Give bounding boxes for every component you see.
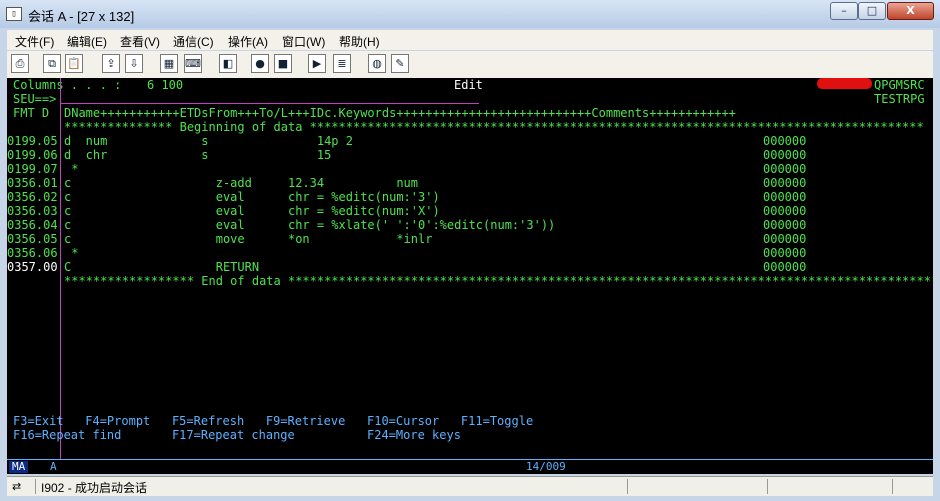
format-ruler: DName+++++++++++ETDsFrom+++To/L+++IDc.Ke… [64,106,736,120]
status-divider [35,479,36,494]
globe-icon[interactable]: ◍ [368,54,386,73]
source-code[interactable]: c eval chr = %editc(num:'3') [64,190,440,204]
change-date: 000000 [763,246,807,260]
operator-information-area: MA A 14/009 [7,459,933,474]
display-keypad-icon[interactable]: ▦ [160,54,178,73]
record-macro-icon[interactable]: ● [251,54,269,73]
print-screen-icon[interactable]: ⎙ [11,54,29,73]
mode-label: Edit [454,78,483,92]
source-code[interactable]: c eval chr = %xlate(' ':'0':%editc(num:'… [64,218,555,232]
terminal-screen[interactable]: Columns . . . : 6 100 Edit QPGMSRC SEU==… [7,78,933,474]
terminal-session-icon[interactable]: ▯ [6,7,22,21]
format-label: FMT D [13,106,50,120]
seq-number[interactable]: 0199.07 [7,162,58,176]
toolbar: ⎙ ⧉ 📋 ⇪ ⇩ ▦ ⌨ ◧ ● ■ ▶ ≣ ◍ ✎ [7,51,933,79]
color-palette-icon[interactable]: ◧ [219,54,237,73]
columns-value: 6 100 [147,78,184,92]
end-of-data: ****************** End of data *********… [64,274,931,288]
message-indicator: MA [9,461,29,473]
status-divider [892,479,893,494]
stop-macro-icon[interactable]: ■ [274,54,292,73]
status-bar: ⇄ I902 - 成功启动会话 [7,476,933,496]
seq-number[interactable]: 0356.03 [7,204,58,218]
command-line-underline [60,103,479,104]
change-date: 000000 [763,134,807,148]
change-date: 000000 [763,204,807,218]
send-file-icon[interactable]: ⇪ [102,54,120,73]
menu-bar: 文件(F) 编辑(E) 查看(V) 通信(C) 操作(A) 窗口(W) 帮助(H… [7,30,933,50]
seu-prompt: SEU==> [13,92,57,106]
oia-separator [7,459,933,460]
session-indicator: A [50,460,57,473]
beginning-of-data: *************** Beginning of data ******… [64,120,924,134]
redacted-library-name [817,78,872,89]
seq-number[interactable]: 0199.06 [7,148,58,162]
source-code[interactable]: c eval chr = %editc(num:'X') [64,204,440,218]
source-code[interactable]: C RETURN [64,260,259,274]
copy-icon[interactable]: ⧉ [43,54,61,73]
function-keys-line-1: F3=Exit F4=Prompt F5=Refresh F9=Retrieve… [13,414,534,428]
menu-actions[interactable]: 操作(A) [228,33,268,50]
connection-icon: ⇄ [12,480,22,493]
emulator-window: ▯ 会话 A - [27 x 132] – □ X 文件(F) 编辑(E) 查看… [0,0,940,501]
seq-number[interactable]: 0356.01 [7,176,58,190]
source-code[interactable]: c move *on *inlr [64,232,432,246]
seq-number[interactable]: 0356.05 [7,232,58,246]
change-date: 000000 [763,260,807,274]
close-button[interactable]: X [887,2,934,20]
change-date: 000000 [763,190,807,204]
menu-communication[interactable]: 通信(C) [173,33,214,50]
status-divider [767,479,768,494]
change-date: 000000 [763,162,807,176]
menu-view[interactable]: 查看(V) [120,33,160,50]
change-date: 000000 [763,218,807,232]
source-code[interactable]: * [64,246,78,260]
seq-number[interactable]: 0199.05 [7,134,58,148]
window-title: 会话 A - [27 x 132] [28,9,135,24]
minimize-button[interactable]: – [830,2,858,20]
seq-number[interactable]: 0356.04 [7,218,58,232]
macro-list-icon[interactable]: ≣ [333,54,351,73]
title-bar[interactable]: ▯ 会话 A - [27 x 132] – □ X [0,0,940,28]
seq-number[interactable]: 0356.02 [7,190,58,204]
source-code[interactable]: * [64,162,78,176]
menu-window[interactable]: 窗口(W) [282,33,325,50]
help-icon[interactable]: ✎ [391,54,409,73]
change-date: 000000 [763,176,807,190]
change-date: 000000 [763,148,807,162]
columns-label: Columns . . . : [13,78,122,92]
source-code[interactable]: d num s 14p 2 [64,134,353,148]
menu-help[interactable]: 帮助(H) [339,33,380,50]
seq-number-current[interactable]: 0357.00 [7,260,58,274]
function-keys-line-2: F16=Repeat find F17=Repeat change F24=Mo… [13,428,461,442]
menu-edit[interactable]: 编辑(E) [67,33,107,50]
display-keyboard-icon[interactable]: ⌨ [184,54,202,73]
receive-file-icon[interactable]: ⇩ [125,54,143,73]
member-name: TESTRPG [874,92,925,106]
cursor-position: 14/009 [526,460,566,473]
seq-number[interactable]: 0356.06 [7,246,58,260]
source-file-name: QPGMSRC [874,78,925,92]
change-date: 000000 [763,232,807,246]
play-macro-icon[interactable]: ▶ [308,54,326,73]
menu-file[interactable]: 文件(F) [15,33,54,50]
source-code[interactable]: c z-add 12.34 num [64,176,418,190]
maximize-button[interactable]: □ [858,2,886,20]
paste-icon[interactable]: 📋 [65,54,83,73]
source-code[interactable]: d chr s 15 [64,148,331,162]
status-divider [627,479,628,494]
status-message: I902 - 成功启动会话 [41,481,148,495]
